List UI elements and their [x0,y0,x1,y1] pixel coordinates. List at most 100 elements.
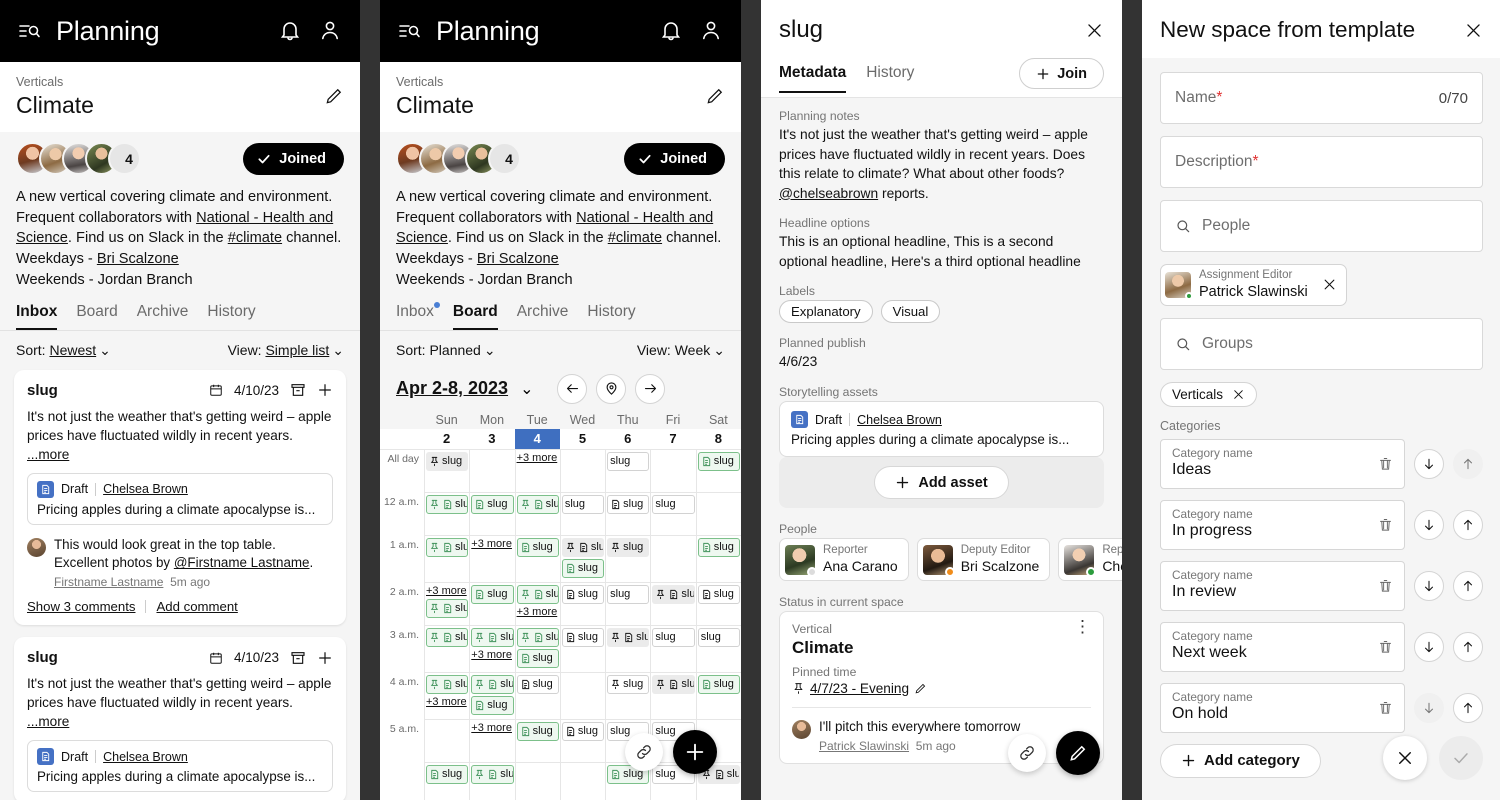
calendar-cell[interactable]: slug [514,672,560,720]
calendar-event[interactable]: slug [471,674,514,694]
list-search-icon[interactable] [16,18,42,44]
calendar-cell[interactable]: slug [559,719,606,763]
calendar-cell[interactable]: slug [695,449,741,493]
calendar-cell[interactable] [559,762,605,800]
calendar-cell[interactable]: slug [424,762,469,800]
tab-history[interactable]: History [587,303,635,330]
calendar-event[interactable]: slug [607,674,650,694]
calendar-cell[interactable] [514,762,560,800]
calendar-cell[interactable]: slug [424,449,470,493]
calendar-event[interactable]: slug [697,584,740,604]
remove-group-icon[interactable] [1232,388,1245,401]
calendar-event[interactable]: slug [471,584,514,604]
calendar-event[interactable]: slug [471,494,514,514]
more-events-link[interactable]: +3 more [471,722,513,734]
delete-category-icon[interactable] [1378,700,1393,715]
sort-control[interactable]: Sort: Planned ⌄ [396,342,496,359]
tab-history[interactable]: History [207,303,255,330]
link-fab-button[interactable] [625,733,663,771]
move-down-button[interactable] [1414,692,1444,723]
calendar-cell[interactable]: slug [424,492,470,536]
calendar-event[interactable]: slug [607,494,650,514]
category-input[interactable]: Category name In review [1160,560,1405,611]
link-bri-scalzone[interactable]: Bri Scalzone [97,251,179,267]
asset-card[interactable]: Draft Chelsea Brown Pricing apples durin… [779,401,1104,458]
calendar-cell[interactable]: +3 more [514,449,560,493]
view-control[interactable]: View: Simple list ⌄ [228,342,344,359]
edit-pencil-icon[interactable] [324,86,344,106]
calendar-cell[interactable] [559,672,606,720]
calendar-cell[interactable]: slug +3 more [514,582,560,626]
calendar-event[interactable]: slug [697,674,740,694]
calendar-event[interactable]: slug [652,494,695,514]
calendar-cell[interactable]: slug [605,535,651,583]
tab-archive[interactable]: Archive [137,303,189,330]
link-climate-channel[interactable]: #climate [608,230,662,246]
calendar-cell[interactable]: slug [650,582,696,626]
calendar-event[interactable]: slug [426,764,469,784]
calendar-cell[interactable] [650,449,696,493]
calendar-event[interactable]: slug [561,537,605,557]
category-input[interactable]: Category name Ideas [1160,438,1405,489]
label-chip[interactable]: Explanatory [779,300,873,324]
calendar-event[interactable]: slug [471,627,514,647]
group-chip[interactable]: Verticals [1160,381,1258,407]
move-down-button[interactable] [1414,631,1444,662]
calendar-cell[interactable]: slug [514,719,560,763]
calendar-event[interactable]: slug [426,598,469,618]
calendar-cell[interactable]: slug slug [514,625,560,673]
day-number[interactable]: 3 [469,429,514,449]
calendar-event[interactable]: slug [516,648,559,668]
calendar-cell[interactable]: slug +3 more [469,625,515,673]
calendar-event[interactable]: slug [652,627,695,647]
calendar-cell[interactable]: slug [695,582,741,626]
show-comments-link[interactable]: Show 3 comments [27,599,135,614]
more-link[interactable]: ...more [27,714,69,729]
more-options-icon[interactable]: ⋮ [1074,618,1091,635]
calendar-event[interactable]: slug [426,674,469,694]
calendar-cell[interactable]: slug [514,492,560,536]
chevron-down-icon[interactable]: ⌄ [520,379,533,399]
link-climate-channel[interactable]: #climate [228,230,282,246]
add-comment-link[interactable]: Add comment [156,599,237,614]
link-bri-scalzone[interactable]: Bri Scalzone [477,251,559,267]
calendar-event[interactable]: slug [607,451,650,471]
calendar-event[interactable]: slug [516,494,559,514]
calendar-event[interactable]: slug [561,558,605,578]
calendar-cell[interactable]: slug [695,535,741,583]
calendar-cell[interactable]: slug [605,672,651,720]
inbox-card[interactable]: slug 4/10/23 It's not just the weather t… [14,369,346,626]
move-up-button[interactable] [1453,570,1483,601]
edit-pencil-icon[interactable] [705,86,725,106]
calendar-cell[interactable]: slug [605,449,651,493]
calendar-cell[interactable]: +3 more [469,719,515,763]
day-number[interactable]: 8 [696,429,741,449]
calendar-cell[interactable]: slug [650,625,696,673]
today-button[interactable] [596,373,627,404]
tab-inbox[interactable]: Inbox [396,301,440,330]
asset-author[interactable]: Chelsea Brown [857,413,942,427]
calendar-cell[interactable]: slug [514,535,560,583]
calendar-cell[interactable] [469,449,515,493]
move-up-button[interactable] [1453,631,1483,662]
avatar-group[interactable]: 4 [396,142,521,175]
move-down-button[interactable] [1414,448,1444,479]
close-icon[interactable] [1464,21,1483,40]
archive-icon[interactable] [290,650,306,666]
move-up-button[interactable] [1453,509,1483,540]
tab-archive[interactable]: Archive [517,303,569,330]
category-input[interactable]: Category name Next week [1160,621,1405,672]
asset-author[interactable]: Chelsea Brown [103,750,188,764]
mention[interactable]: @Firstname Lastname [174,555,310,570]
link-fab-button[interactable] [1008,734,1046,772]
calendar-event[interactable]: slug [561,627,605,647]
more-events-link[interactable]: +3 more [426,585,468,597]
card-asset[interactable]: Draft Chelsea Brown Pricing apples durin… [27,472,333,525]
bell-icon[interactable] [659,18,685,44]
date-range[interactable]: Apr 2-8, 2023 [396,378,508,399]
delete-category-icon[interactable] [1378,639,1393,654]
avatar-group[interactable]: 4 [16,142,141,175]
calendar-event[interactable]: slug [607,537,650,557]
tab-board[interactable]: Board [452,303,498,330]
calendar-cell[interactable]: slug [469,762,514,800]
